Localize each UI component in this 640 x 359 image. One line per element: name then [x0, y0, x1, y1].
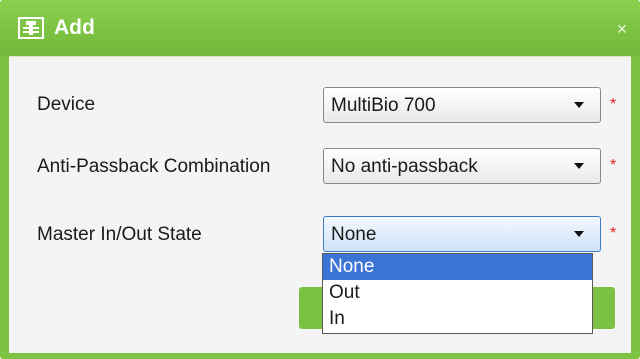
chevron-down-icon: [574, 163, 584, 169]
master-state-dropdown-list: None Out In: [322, 253, 593, 334]
add-dialog: Add × Device MultiBio 700 * Anti-Passbac…: [0, 0, 640, 359]
required-marker: *: [610, 96, 617, 113]
required-marker: *: [610, 157, 617, 174]
master-state-select-value: None: [331, 224, 377, 245]
master-state-label: Master In/Out State: [37, 224, 202, 245]
device-label: Device: [37, 94, 96, 115]
dialog-titlebar[interactable]: Add ×: [0, 0, 640, 56]
anti-passback-label: Anti-Passback Combination: [37, 156, 271, 177]
device-select[interactable]: MultiBio 700: [323, 87, 601, 123]
master-state-select[interactable]: None: [323, 216, 601, 252]
chevron-down-icon: [574, 102, 584, 108]
dropdown-option-in[interactable]: In: [323, 306, 592, 332]
dropdown-option-out[interactable]: Out: [323, 280, 592, 306]
dropdown-option-none[interactable]: None: [323, 254, 592, 280]
anti-passback-select-value: No anti-passback: [331, 156, 478, 177]
add-form-icon: [18, 17, 44, 39]
dialog-title: Add: [54, 16, 95, 39]
chevron-down-icon: [574, 231, 584, 237]
device-select-value: MultiBio 700: [331, 95, 436, 116]
close-icon[interactable]: ×: [612, 19, 632, 39]
anti-passback-select[interactable]: No anti-passback: [323, 148, 601, 184]
required-marker: *: [610, 225, 617, 242]
